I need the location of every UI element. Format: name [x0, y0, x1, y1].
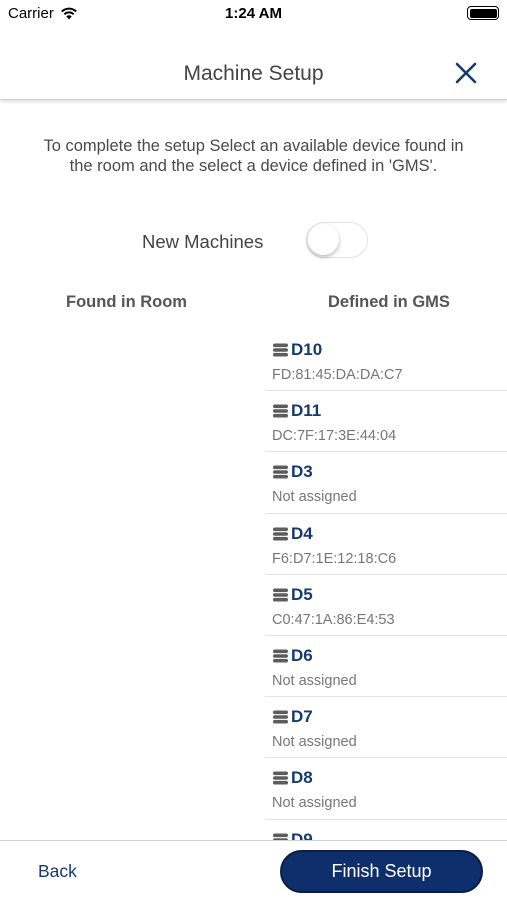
defined-in-gms-header: Defined in GMS — [328, 293, 450, 311]
device-list-item[interactable]: D9 — [265, 820, 507, 841]
device-name: D6 — [291, 645, 313, 665]
device-name: D11 — [291, 401, 322, 421]
device-name-row: D3 — [272, 462, 507, 482]
nav-header: Machine Setup — [0, 26, 507, 100]
device-icon — [273, 710, 288, 724]
finish-setup-button[interactable]: Finish Setup — [280, 850, 483, 893]
device-name: D10 — [291, 340, 323, 359]
device-name: D3 — [291, 462, 313, 482]
device-name-row: D4 — [272, 524, 507, 544]
device-name-row: D11 — [272, 401, 507, 421]
close-button[interactable] — [455, 62, 477, 84]
status-time: 1:24 AM — [225, 5, 282, 22]
new-machines-label: New Machines — [142, 231, 264, 252]
device-mac-address: F6:D7:1E:12:18:C6 — [272, 550, 397, 567]
device-name-row: D8 — [272, 768, 507, 788]
device-list-item[interactable]: D7 Not assigned — [265, 697, 507, 759]
device-list-item[interactable]: D3 Not assigned — [265, 452, 507, 514]
device-mac-address: Not assigned — [272, 489, 357, 506]
device-mac-address: Not assigned — [272, 795, 357, 812]
toggle-knob — [308, 224, 339, 255]
device-mac-address: FD:81:45:DA:DA:C7 — [272, 367, 403, 383]
device-name: D9 — [291, 829, 313, 841]
page-title: Machine Setup — [183, 62, 324, 85]
device-name-row: D10 — [272, 340, 507, 360]
device-icon — [273, 527, 288, 541]
device-name-row: D5 — [272, 585, 507, 605]
device-icon — [273, 771, 288, 785]
device-name: D5 — [291, 584, 313, 604]
device-name-row: D6 — [272, 646, 507, 666]
device-name-row: D7 — [272, 707, 507, 727]
device-icon — [273, 833, 288, 840]
device-mac-address: Not assigned — [272, 672, 357, 689]
device-list-item[interactable]: D4 F6:D7:1E:12:18:C6 — [265, 514, 507, 575]
status-bar: Carrier 1:24 AM — [0, 0, 507, 26]
new-machines-toggle[interactable] — [306, 222, 368, 258]
battery-icon — [467, 6, 499, 20]
footer-bar: Back Finish Setup — [0, 840, 507, 900]
device-name: D4 — [291, 523, 313, 543]
device-icon — [273, 343, 288, 357]
device-icon — [273, 588, 288, 602]
back-button[interactable]: Back — [38, 861, 77, 882]
found-in-room-header: Found in Room — [66, 293, 187, 311]
device-list-item[interactable]: D6 Not assigned — [265, 636, 507, 698]
device-name: D8 — [291, 768, 313, 788]
device-list-item[interactable]: D10 FD:81:45:DA:DA:C7 — [265, 330, 507, 392]
defined-device-list[interactable]: D10 FD:81:45:DA:DA:C7 D11 DC:7F:17:3E:44:04… — [265, 330, 507, 840]
setup-instructions: To complete the setup Select an availabl… — [43, 137, 464, 175]
new-machines-row: New Machines — [0, 222, 507, 260]
device-icon — [273, 465, 288, 479]
device-list-item[interactable]: D11 DC:7F:17:3E:44:04 — [265, 391, 507, 453]
device-name-row: D9 — [272, 829, 507, 841]
device-icon — [273, 404, 288, 418]
device-mac-address: Not assigned — [272, 734, 357, 751]
device-mac-address: C0:47:1A:86:E4:53 — [272, 611, 395, 628]
device-name: D7 — [291, 707, 313, 727]
device-icon — [273, 649, 288, 663]
device-mac-address: DC:7F:17:3E:44:04 — [272, 428, 397, 445]
device-list-item[interactable]: D5 C0:47:1A:86:E4:53 — [265, 575, 507, 636]
close-icon — [455, 62, 477, 84]
device-list-item[interactable]: D8 Not assigned — [265, 758, 507, 820]
